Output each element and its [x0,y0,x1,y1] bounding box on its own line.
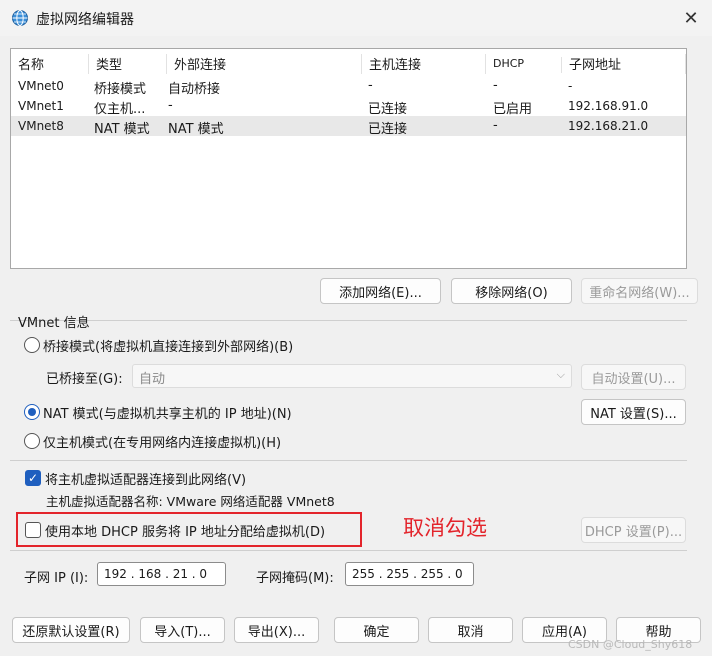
auto-settings-button[interactable]: 自动设置(U)... [581,364,686,390]
column-header-dhcp[interactable]: DHCP [486,57,562,73]
import-button[interactable]: 导入(T)... [140,617,225,643]
table-row-selected[interactable]: VMnet8 NAT 模式 NAT 模式 已连接 - 192.168.21.0 [11,116,686,137]
network-globe-icon [12,10,28,26]
nat-mode-label[interactable]: NAT 模式(与虚拟机共享主机的 IP 地址)(N) [43,403,292,422]
column-header-subnet[interactable]: 子网地址 [562,54,686,74]
column-header-external[interactable]: 外部连接 [167,54,362,74]
dhcp-settings-button[interactable]: DHCP 设置(P)... [581,517,686,543]
cell-name: VMnet1 [18,99,64,113]
title-bar: 虚拟网络编辑器 ✕ [0,0,712,36]
connect-adapter-checkbox[interactable]: ✓ [25,470,41,486]
annotation-text: 取消勾选 [403,516,487,540]
bridge-mode-label[interactable]: 桥接模式(将虚拟机直接连接到外部网络)(B) [43,336,293,355]
column-header-name[interactable]: 名称 [11,54,89,74]
restore-defaults-button[interactable]: 还原默认设置(R) [12,617,130,643]
subnet-mask-input[interactable]: 255 . 255 . 255 . 0 [345,562,474,586]
bridged-to-select[interactable]: 自动 ⌵ [132,364,572,388]
cell-host: - [368,78,373,93]
cell-external: 自动桥接 [168,82,221,97]
divider [10,550,687,551]
cell-subnet: 192.168.21.0 [568,119,649,133]
table-row[interactable]: VMnet1 仅主机... - 已连接 已启用 192.168.91.0 [11,96,686,117]
ok-button[interactable]: 确定 [334,617,419,643]
close-button[interactable]: ✕ [676,4,706,32]
subnet-ip-input[interactable]: 192 . 168 . 21 . 0 [97,562,226,586]
cell-dhcp: - [493,78,498,93]
cancel-button[interactable]: 取消 [428,617,513,643]
close-icon: ✕ [683,7,699,29]
watermark: CSDN @Cloud_Shy618 [568,638,693,651]
network-list[interactable]: 名称 类型 外部连接 主机连接 DHCP 子网地址 VMnet0 桥接模式 自动… [10,48,687,269]
export-button[interactable]: 导出(X)... [234,617,319,643]
cell-name: VMnet0 [18,79,64,93]
subnet-ip-label: 子网 IP (I): [24,571,89,586]
remove-network-button[interactable]: 移除网络(O) [451,278,572,304]
window-title: 虚拟网络编辑器 [36,12,134,28]
cell-host: 已连接 [368,122,408,137]
table-header: 名称 类型 外部连接 主机连接 DHCP 子网地址 [11,49,686,75]
cell-type: 仅主机... [94,102,146,117]
bridged-to-label: 已桥接至(G): [46,372,123,387]
cell-subnet: - [568,79,573,93]
chevron-down-icon: ⌵ [556,368,565,381]
highlight-box [16,512,362,547]
cell-dhcp: 已启用 [493,102,533,117]
checkmark-icon: ✓ [27,471,39,485]
cell-subnet: 192.168.91.0 [568,99,649,113]
column-header-host[interactable]: 主机连接 [362,54,486,74]
table-row[interactable]: VMnet0 桥接模式 自动桥接 - - - [11,76,686,97]
rename-network-button[interactable]: 重命名网络(W)... [581,278,698,304]
cell-dhcp: - [493,118,498,133]
cell-name: VMnet8 [18,119,64,133]
bridged-to-value: 自动 [139,372,166,387]
cell-host: 已连接 [368,102,408,117]
column-header-type[interactable]: 类型 [89,54,167,74]
add-network-button[interactable]: 添加网络(E)... [320,278,441,304]
subnet-mask-label: 子网掩码(M): [256,571,334,586]
host-only-label[interactable]: 仅主机模式(在专用网络内连接虚拟机)(H) [43,432,281,451]
cell-type: NAT 模式 [94,122,150,137]
nat-settings-button[interactable]: NAT 设置(S)... [581,399,686,425]
adapter-name-text: 主机虚拟适配器名称: VMware 网络适配器 VMnet8 [46,494,335,509]
cell-external: NAT 模式 [168,122,224,137]
divider [10,460,687,461]
cell-type: 桥接模式 [94,82,147,97]
nat-mode-radio[interactable] [24,404,40,420]
vmnet-info-label: VMnet 信息 [18,316,90,331]
connect-adapter-label[interactable]: 将主机虚拟适配器连接到此网络(V) [45,469,246,488]
bridge-mode-radio[interactable] [24,337,40,353]
cell-external: - [168,98,173,113]
host-only-radio[interactable] [24,433,40,449]
